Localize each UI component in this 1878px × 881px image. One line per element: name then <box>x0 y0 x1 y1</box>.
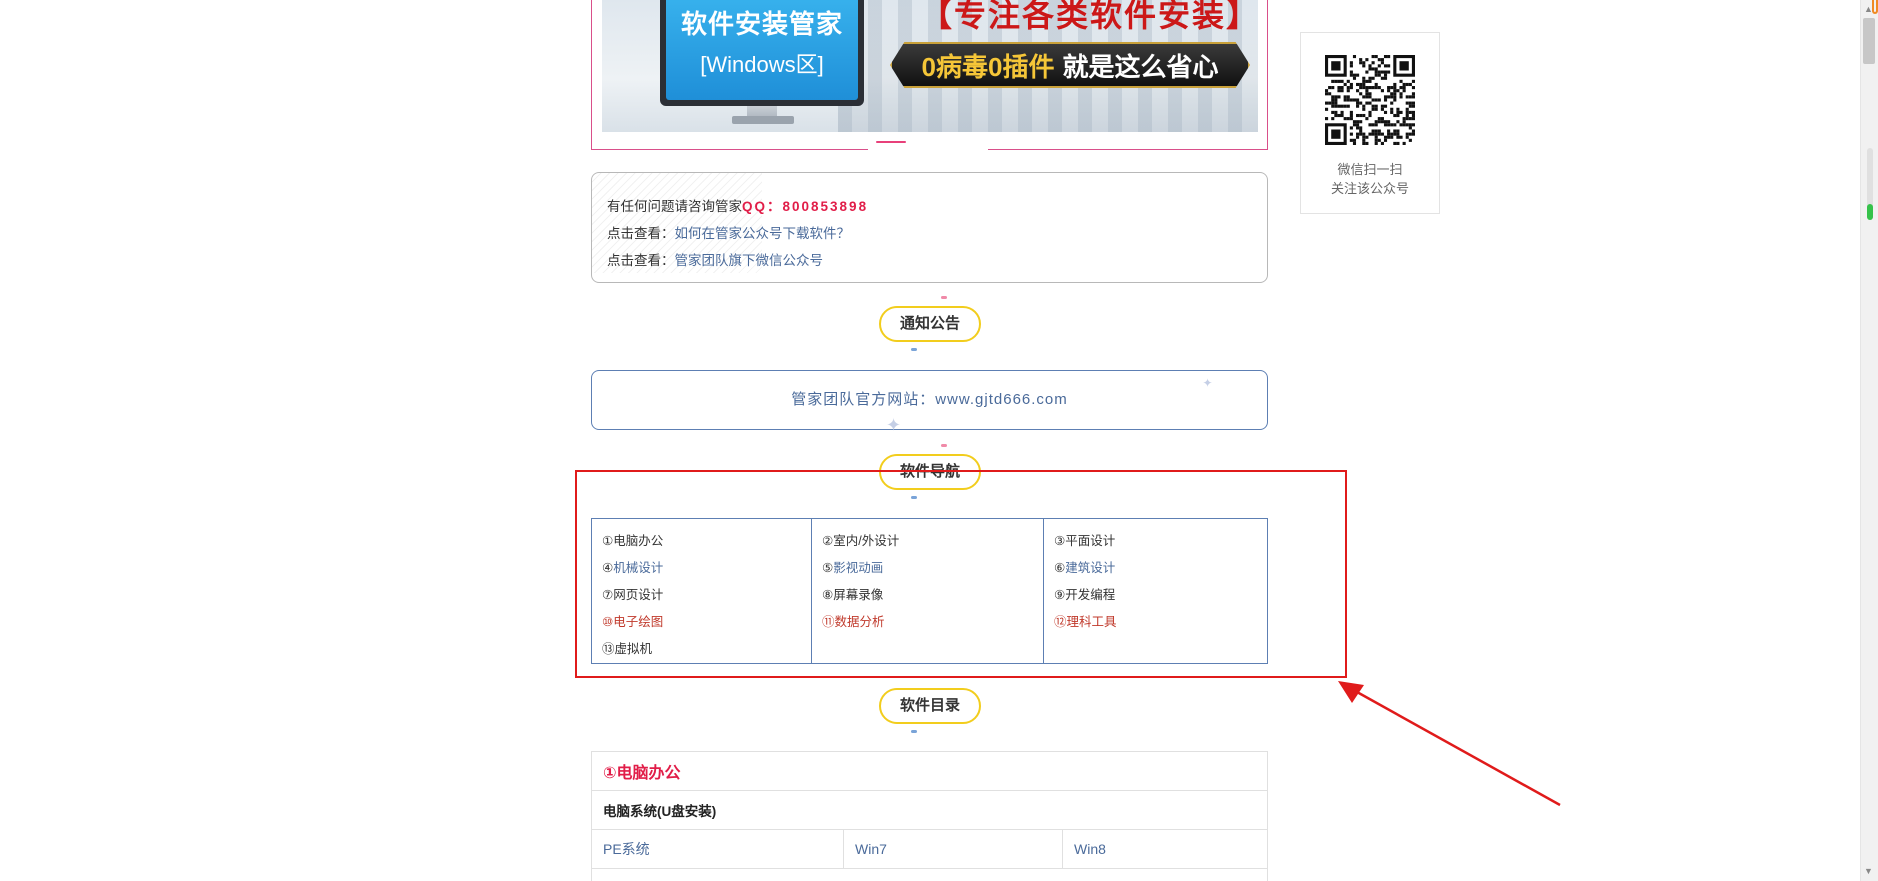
nav-item-number: ④ <box>602 561 614 575</box>
nav-item[interactable]: ⑨开发编程 <box>1054 582 1267 609</box>
nav-item[interactable]: ⑤影视动画 <box>822 555 1043 582</box>
nav-item[interactable]: ④机械设计 <box>602 555 811 582</box>
directory-link-pe[interactable]: PE系统 <box>592 830 843 868</box>
nav-item-label[interactable]: 平面设计 <box>1065 534 1115 548</box>
info-line-qq: 有任何问题请咨询管家QQ：800853898 <box>607 193 1252 220</box>
nav-item-number: ⑤ <box>822 561 834 575</box>
wechat-accounts-link[interactable]: 管家团队旗下微信公众号 <box>675 253 824 268</box>
monitor-subtitle: [Windows区] <box>700 52 824 77</box>
info-qq-prefix: 有任何问题请咨询管家 <box>607 199 742 214</box>
software-nav-grid: ①电脑办公 ④机械设计 ⑦网页设计 ⑩电子绘图 ⑬虚拟机 ②室内/外设计 ⑤影视动画 ⑧屏幕… <box>591 518 1268 664</box>
slogan-gold: 0病毒0插件 <box>921 51 1055 82</box>
nav-item-number: ⑬ <box>602 642 615 656</box>
nav-item[interactable]: ②室内/外设计 <box>822 528 1043 555</box>
scrollbar-thumb[interactable] <box>1863 18 1875 64</box>
nav-item[interactable]: ⑬虚拟机 <box>602 636 811 663</box>
directory-subcategory: 电脑系统(U盘安装) <box>592 791 1267 830</box>
nav-item[interactable]: ⑥建筑设计 <box>1054 555 1267 582</box>
nav-item-number: ⑥ <box>1054 561 1066 575</box>
nav-item[interactable]: ①电脑办公 <box>602 528 811 555</box>
banner-slogan: 0病毒0插件 就是这么省心 <box>890 42 1250 88</box>
info-qq-number[interactable]: QQ：800853898 <box>742 199 868 214</box>
qr-caption-line1: 微信扫一扫 <box>1337 162 1403 177</box>
nav-item-number: ⑧ <box>822 588 834 602</box>
qr-caption: 微信扫一扫 关注该公众号 <box>1301 160 1439 198</box>
nav-item-number: ③ <box>1054 534 1066 548</box>
official-site-text[interactable]: 管家团队官方网站：www.gjtd666.com <box>791 391 1068 408</box>
nav-item[interactable]: ③平面设计 <box>1054 528 1267 555</box>
info-wechat-prefix: 点击查看： <box>607 253 675 268</box>
pill-dot <box>911 730 917 733</box>
section-heading-notice: 通知公告 <box>879 306 981 342</box>
nav-column-2: ②室内/外设计 ⑤影视动画 ⑧屏幕录像 ⑪数据分析 <box>811 519 1043 663</box>
nav-column-3: ③平面设计 ⑥建筑设计 ⑨开发编程 ⑫理科工具 <box>1043 519 1267 663</box>
monitor-screen: 软件安装管家 [Windows区] <box>666 0 858 100</box>
nav-item-label[interactable]: 开发编程 <box>1065 588 1115 602</box>
frame-accent <box>876 141 906 143</box>
download-howto-link[interactable]: 如何在管家公众号下载软件？ <box>675 226 851 241</box>
nav-item-label[interactable]: 电脑办公 <box>613 534 663 548</box>
nav-item[interactable]: ⑪数据分析 <box>822 609 1043 636</box>
side-scroll-fill <box>1867 204 1873 220</box>
nav-item[interactable]: ⑦网页设计 <box>602 582 811 609</box>
monitor-illustration: 软件安装管家 [Windows区] <box>660 0 864 106</box>
nav-item-number: ⑪ <box>822 615 835 629</box>
nav-item-label[interactable]: 室内/外设计 <box>833 534 899 548</box>
nav-item-label[interactable]: 建筑设计 <box>1065 561 1115 575</box>
info-download-prefix: 点击查看： <box>607 226 675 241</box>
nav-column-1: ①电脑办公 ④机械设计 ⑦网页设计 ⑩电子绘图 ⑬虚拟机 <box>592 519 811 663</box>
pill-dot <box>911 348 917 351</box>
nav-item[interactable]: ⑩电子绘图 <box>602 609 811 636</box>
nav-item-label[interactable]: 数据分析 <box>835 615 885 629</box>
nav-item-label[interactable]: 影视动画 <box>833 561 883 575</box>
section-heading-catalog: 软件目录 <box>879 688 981 724</box>
section-heading-nav: 软件导航 <box>879 454 981 490</box>
sparkle-icon: ✦ <box>1202 376 1214 390</box>
pill-dot <box>911 496 917 499</box>
banner-headline: 【专注各类软件安装】 <box>920 0 1258 33</box>
slogan-white: 就是这么省心 <box>1062 51 1219 82</box>
nav-item-number: ⑨ <box>1054 588 1066 602</box>
scroll-down-arrow-icon[interactable]: ▼ <box>1864 866 1873 876</box>
nav-item-number: ⑫ <box>1054 615 1067 629</box>
directory-link-win7[interactable]: Win7 <box>843 830 1062 868</box>
nav-item[interactable]: ⑧屏幕录像 <box>822 582 1043 609</box>
info-line-download: 点击查看：如何在管家公众号下载软件？ <box>607 220 1252 247</box>
software-directory-table: ①电脑办公 电脑系统(U盘安装) PE系统 Win7 Win8 <box>591 751 1268 881</box>
directory-category-title: ①电脑办公 <box>592 752 1267 791</box>
nav-item-number: ② <box>822 534 834 548</box>
nav-item-label[interactable]: 机械设计 <box>613 561 663 575</box>
official-site-box[interactable]: 管家团队官方网站：www.gjtd666.com ✦ ✦ <box>591 370 1268 435</box>
nav-item-number: ⑩ <box>602 615 614 629</box>
nav-item-number: ⑦ <box>602 588 614 602</box>
nav-item-label[interactable]: 理科工具 <box>1067 615 1117 629</box>
nav-item-label[interactable]: 电子绘图 <box>613 615 663 629</box>
pill-dot <box>941 444 947 447</box>
monitor-title: 软件安装管家 <box>680 9 843 39</box>
page-scrollbar[interactable] <box>1860 0 1878 881</box>
table-row: PE系统 Win7 Win8 <box>592 830 1267 869</box>
annotation-arrow-icon <box>1338 681 1561 807</box>
qr-code-icon <box>1325 55 1415 145</box>
nav-item-number: ① <box>602 534 614 548</box>
pill-dot <box>941 296 947 299</box>
directory-link-win8[interactable]: Win8 <box>1062 830 1267 868</box>
nav-item-label[interactable]: 网页设计 <box>613 588 663 602</box>
frame-notch <box>868 147 988 150</box>
promo-banner[interactable]: 软件安装管家 [Windows区] 【专注各类软件安装】 0病毒0插件 就是这么… <box>602 0 1258 132</box>
info-line-wechat: 点击查看：管家团队旗下微信公众号 <box>607 247 1252 274</box>
monitor-base <box>732 116 794 124</box>
nav-item-label[interactable]: 虚拟机 <box>615 642 653 656</box>
sparkle-icon: ✦ <box>885 415 903 435</box>
nav-item-label[interactable]: 屏幕录像 <box>833 588 883 602</box>
side-scroll-indicator <box>1867 148 1873 220</box>
scroll-marker <box>1872 0 1878 14</box>
wechat-qr-card: 微信扫一扫 关注该公众号 <box>1300 32 1440 214</box>
contact-info-box: 有任何问题请咨询管家QQ：800853898 点击查看：如何在管家公众号下载软件… <box>591 172 1268 283</box>
nav-item[interactable]: ⑫理科工具 <box>1054 609 1267 636</box>
qr-caption-line2: 关注该公众号 <box>1330 181 1409 196</box>
